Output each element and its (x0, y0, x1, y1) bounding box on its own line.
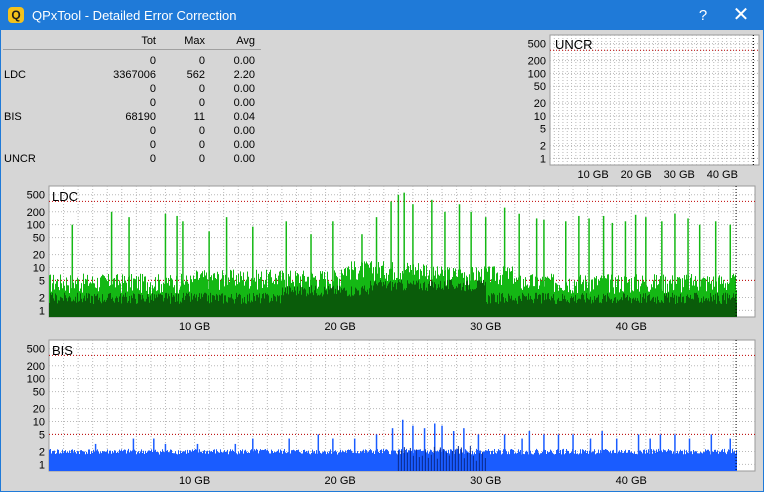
close-button[interactable]: ✕ (719, 1, 763, 30)
stats-row: LDC 3367006 562 2.20 (3, 68, 261, 82)
ldc-x-tick-label: 20 GB (325, 321, 356, 333)
uncr-x-tick-label: 20 GB (621, 169, 652, 181)
stats-row-avg: 0.00 (233, 125, 255, 137)
title-bar[interactable]: Q QPxTool - Detailed Error Correction ? … (1, 1, 763, 30)
stats-row-name: UNCR (4, 153, 36, 165)
stats-row-avg: 0.00 (233, 153, 255, 165)
uncr-x-tick-label: 40 GB (707, 169, 738, 181)
uncr-y-tick-label: 10 (534, 111, 546, 123)
stats-row-tot: 0 (149, 125, 156, 137)
uncr-y-tick-label: 50 (534, 81, 546, 93)
uncr-y-tick-label: 2 (540, 141, 546, 153)
uncr-x-tick-label: 10 GB (577, 169, 608, 181)
bis-y-tick-label: 500 (27, 344, 45, 356)
stats-row: 0 0 0.00 (3, 138, 261, 152)
stats-row-avg: 0.00 (233, 83, 255, 95)
ldc-y-tick-label: 200 (27, 207, 45, 219)
stats-row-name: LDC (4, 69, 27, 81)
uncr-y-tick-label: 200 (528, 56, 546, 68)
uncr-y-tick-label: 5 (540, 124, 546, 136)
stats-row-tot: 0 (149, 83, 156, 95)
bis-y-tick-label: 2 (39, 446, 45, 458)
ldc-chart-title: LDC (52, 189, 78, 204)
stats-row: 0 0 0.00 (3, 124, 261, 138)
stats-header-avg: Avg (236, 35, 255, 47)
stats-row-tot: 68190 (125, 111, 156, 123)
ldc-y-tick-label: 500 (27, 190, 45, 202)
stats-row-max: 0 (198, 55, 205, 67)
bis-y-tick-label: 20 (33, 404, 45, 416)
bis-y-tick-label: 100 (27, 374, 45, 386)
stats-row-avg: 0.00 (233, 55, 255, 67)
bis-x-tick-label: 40 GB (616, 475, 647, 487)
uncr-chart: 500 200 100 50 20 10 5 2 1 10 GB 20 GB 30 GB 40 GB UN… (525, 33, 761, 185)
uncr-y-tick-label: 1 (540, 153, 546, 165)
uncr-y-tick-label: 20 (534, 98, 546, 110)
uncr-y-tick-label: 500 (528, 39, 546, 51)
stats-row: BIS 68190 11 0.04 (3, 110, 261, 124)
client-area: Tot Max Avg 0 0 0.00 LDC 3367006 562 2.2… (1, 30, 763, 491)
uncr-x-tick-label: 30 GB (664, 169, 695, 181)
stats-row-tot: 0 (149, 55, 156, 67)
ldc-y-tick-label: 20 (33, 250, 45, 262)
stats-row: 0 0 0.00 (3, 82, 261, 96)
stats-row-avg: 0.00 (233, 97, 255, 109)
stats-row-tot: 0 (149, 97, 156, 109)
stats-row-avg: 0.00 (233, 139, 255, 151)
stats-row-max: 0 (198, 125, 205, 137)
bis-y-tick-label: 50 (33, 387, 45, 399)
stats-row-tot: 0 (149, 153, 156, 165)
stats-row-avg: 0.04 (233, 111, 255, 123)
uncr-chart-svg: 500 20010050 20105 21 10 GB 20 GB 30 GB 40 GB UN… (528, 34, 760, 181)
ldc-x-tick-label: 10 GB (179, 321, 210, 333)
stats-row-max: 0 (198, 153, 205, 165)
bis-chart: 500 200 100 50 20 10 5 2 1 10 GB 20 GB 30 GB 40 GB BI… (19, 338, 761, 490)
stats-row-tot: 3367006 (113, 69, 156, 81)
ldc-y-tick-label: 50 (33, 233, 45, 245)
stats-row-name: BIS (4, 111, 22, 123)
stats-header-max: Max (184, 35, 205, 47)
ldc-y-tick-label: 1 (39, 305, 45, 317)
bis-chart-title: BIS (52, 343, 73, 358)
ldc-y-tick-label: 2 (39, 292, 45, 304)
bis-x-tick-label: 30 GB (470, 475, 501, 487)
ldc-y-tick-label: 100 (27, 220, 45, 232)
stats-row-max: 11 (193, 111, 205, 123)
ldc-x-tick-label: 40 GB (616, 321, 647, 333)
stats-row: UNCR 0 0 0.00 (3, 152, 261, 166)
stats-row-max: 0 (198, 83, 205, 95)
stats-row: 0 0 0.00 (3, 54, 261, 68)
stats-header-divider (3, 49, 261, 50)
uncr-chart-title: UNCR (555, 37, 593, 52)
stats-row-max: 0 (198, 97, 205, 109)
bis-x-tick-label: 10 GB (179, 475, 210, 487)
ldc-x-tick-label: 30 GB (470, 321, 501, 333)
app-window: Q QPxTool - Detailed Error Correction ? … (0, 0, 764, 492)
stats-row-tot: 0 (149, 139, 156, 151)
bis-chart-svg: 500 20010050 20105 21 10 GB 20 GB 30 GB 40 GB BI… (27, 339, 756, 487)
stats-header-row: Tot Max Avg (3, 34, 261, 48)
uncr-y-tick-label: 100 (528, 68, 546, 80)
ldc-chart: 500 200 100 50 20 10 5 2 1 10 GB 20 GB 30 GB 40 GB LD… (19, 184, 761, 338)
window-title: QPxTool - Detailed Error Correction (32, 8, 237, 23)
bis-y-tick-label: 200 (27, 361, 45, 373)
bis-y-tick-label: 5 (39, 429, 45, 441)
ldc-y-tick-label: 10 (33, 263, 45, 275)
stats-row-max: 0 (198, 139, 205, 151)
ldc-chart-svg: 500 20010050 20105 21 10 GB 20 GB 30 GB 40 GB LD… (27, 185, 756, 333)
qpxtool-app-icon: Q (8, 7, 24, 23)
stats-row-max: 562 (186, 69, 205, 81)
bis-y-tick-label: 1 (39, 459, 45, 471)
stats-row: 0 0 0.00 (3, 96, 261, 110)
bis-y-tick-label: 10 (33, 417, 45, 429)
bis-x-tick-label: 20 GB (325, 475, 356, 487)
ldc-y-tick-label: 5 (39, 275, 45, 287)
stats-row-avg: 2.20 (233, 69, 255, 81)
stats-header-tot: Tot (141, 35, 156, 47)
